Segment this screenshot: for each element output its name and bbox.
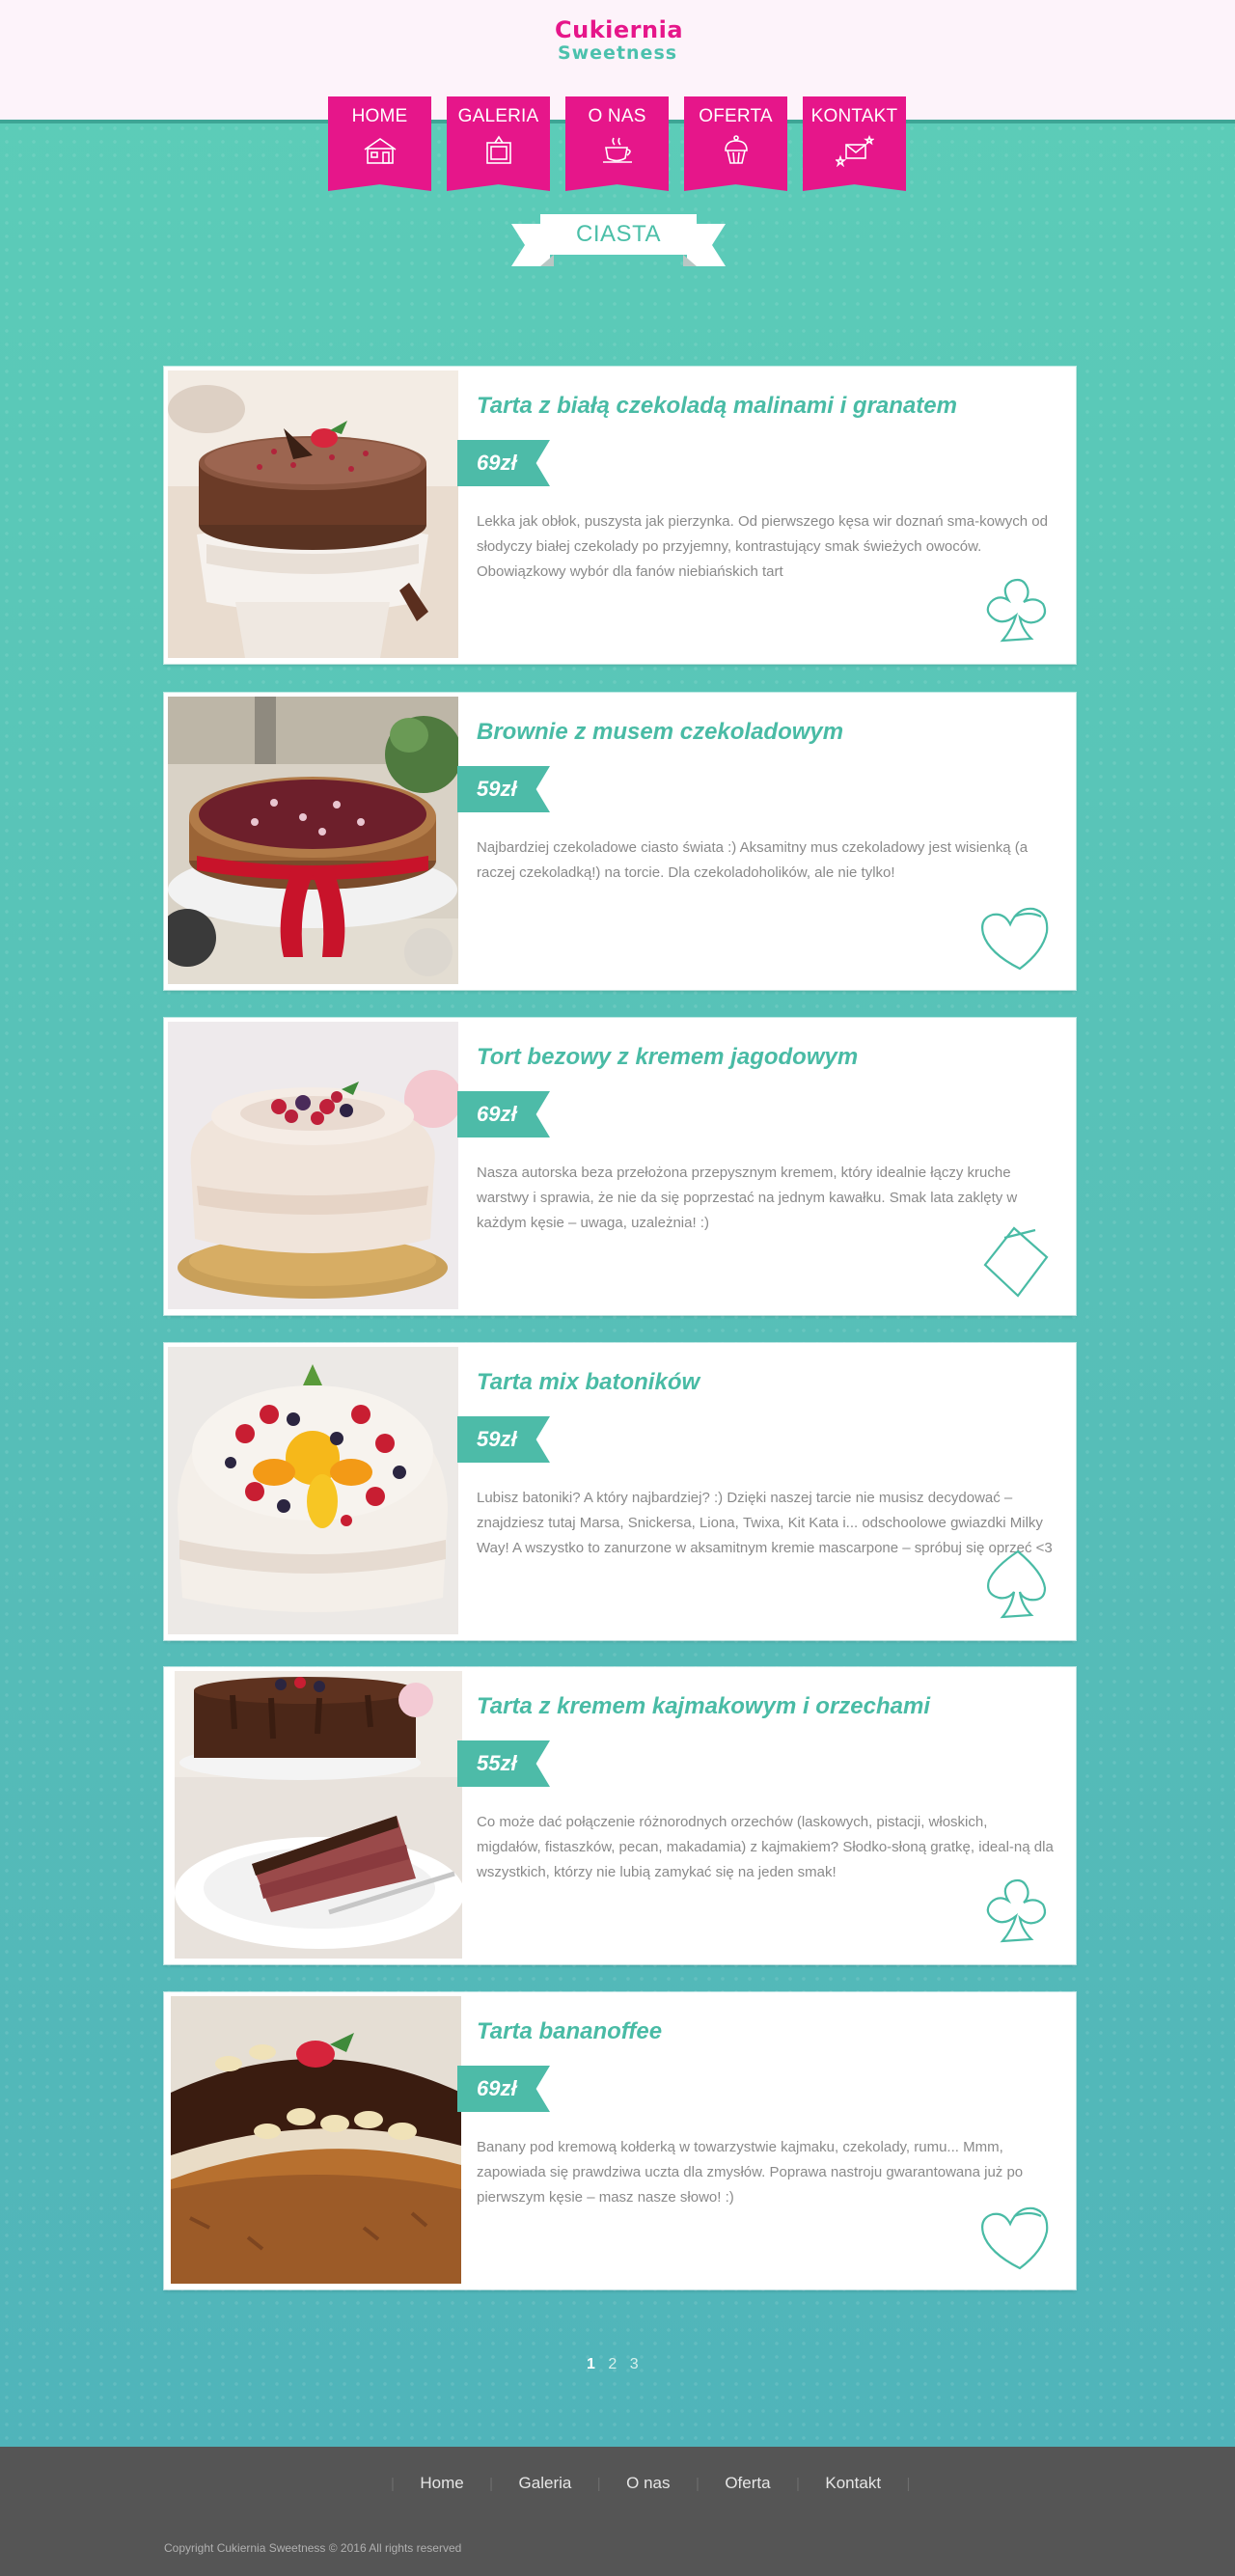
copyright: Copyright Cukiernia Sweetness © 2016 All… (164, 2541, 462, 2555)
footer-link-galeria[interactable]: Galeria (498, 2474, 593, 2493)
page-link-3[interactable]: 3 (630, 2356, 639, 2372)
price-tag: 59zł (457, 1416, 550, 1463)
product-card: Tarta bananoffee 69zł Banany pod kremową… (164, 1992, 1076, 2289)
footer-link-o-nas[interactable]: O nas (605, 2474, 691, 2493)
product-photo[interactable] (168, 697, 458, 984)
product-description: Nasza autorska beza przełożona przepyszn… (477, 1165, 1018, 1231)
product-title[interactable]: Tarta z białą czekoladą malinami i grana… (477, 392, 1056, 421)
cupcake-icon (724, 135, 748, 164)
footer-separator: | (695, 2475, 700, 2492)
envelope-stars-icon (835, 134, 874, 167)
nav-item-oferta[interactable]: OFERTA (684, 96, 787, 191)
logo-line1: Cukiernia (555, 16, 684, 43)
footer-separator: | (489, 2475, 494, 2492)
product-card: Tort bezowy z kremem jagodowym 69zł Nasz… (164, 1018, 1076, 1315)
footer-separator: | (906, 2475, 911, 2492)
diamond-icon (983, 1226, 1049, 1298)
section-title-ribbon: CIASTA (511, 210, 726, 270)
footer-separator: | (391, 2475, 395, 2492)
logo[interactable]: Cukiernia Sweetness (555, 16, 684, 71)
product-card: Brownie z musem czekoladowym 59zł Najbar… (164, 693, 1076, 990)
house-icon (364, 138, 396, 164)
footer-link-oferta[interactable]: Oferta (703, 2474, 791, 2493)
nav-item-kontakt[interactable]: KONTAKT (803, 96, 906, 191)
picture-frame-icon (485, 135, 511, 164)
nav-item-label: HOME (351, 106, 408, 126)
nav-item-label: GALERIA (457, 106, 539, 126)
club-icon (986, 1878, 1047, 1943)
nav-item-label: OFERTA (699, 106, 773, 126)
product-title[interactable]: Tarta bananoffee (477, 2017, 1056, 2046)
section-title: CIASTA (540, 214, 697, 255)
product-title[interactable]: Tarta mix batoników (477, 1368, 1056, 1397)
footer-link-home[interactable]: Home (398, 2474, 484, 2493)
product-photo[interactable] (175, 1671, 462, 1959)
product-card: Tarta mix batoników 59zł Lubisz batoniki… (164, 1343, 1076, 1640)
price-tag: 69zł (457, 1091, 550, 1137)
main-nav: HOME GALERIA O NAS OFERTA KONTAKT (328, 96, 907, 193)
product-description: Banany pod kremową kołderką w towarzystw… (477, 2139, 1024, 2206)
footer-link-kontakt[interactable]: Kontakt (804, 2474, 902, 2493)
logo-line2: Sweetness (557, 42, 678, 64)
price-tag: 69zł (457, 2066, 550, 2112)
product-card: Tarta z kremem kajmakowym i orzechami 55… (164, 1667, 1076, 1964)
product-description: Lubisz batoniki? A który najbardziej? :)… (477, 1490, 1053, 1556)
product-photo[interactable] (168, 1022, 458, 1309)
product-description: Najbardziej czekoladowe ciasto świata :)… (477, 839, 1029, 881)
page-link-1[interactable]: 1 (587, 2356, 595, 2372)
page-link-2[interactable]: 2 (608, 2356, 617, 2372)
product-title[interactable]: Brownie z musem czekoladowym (477, 718, 1056, 747)
pagination: 1 2 3 (587, 2356, 647, 2379)
heart-icon (981, 2206, 1049, 2270)
footer-separator: | (596, 2475, 601, 2492)
heart-icon (981, 907, 1049, 971)
product-description: Lekka jak obłok, puszysta jak pierzynka.… (477, 513, 1048, 580)
product-photo[interactable] (168, 370, 458, 658)
nav-item-o-nas[interactable]: O NAS (565, 96, 669, 191)
spade-icon (987, 1549, 1047, 1619)
product-title[interactable]: Tort bezowy z kremem jagodowym (477, 1043, 1056, 1072)
nav-item-home[interactable]: HOME (328, 96, 431, 191)
nav-item-galeria[interactable]: GALERIA (447, 96, 550, 191)
product-card: Tarta z białą czekoladą malinami i grana… (164, 367, 1076, 664)
nav-item-label: KONTAKT (810, 106, 898, 126)
product-description: Co może dać połączenie różnorodnych orze… (477, 1814, 1054, 1880)
product-photo[interactable] (171, 1996, 462, 2284)
product-title[interactable]: Tarta z kremem kajmakowym i orzechami (477, 1692, 1056, 1721)
price-tag: 69zł (457, 440, 550, 486)
club-icon (986, 578, 1047, 643)
footer-separator: | (796, 2475, 800, 2492)
footer-nav: | Home | Galeria | O nas | Oferta | Kont… (391, 2474, 910, 2503)
price-tag: 59zł (457, 766, 550, 812)
coffee-cup-icon (602, 137, 632, 163)
nav-item-label: O NAS (588, 106, 646, 126)
product-photo[interactable] (168, 1347, 458, 1634)
price-tag: 55zł (457, 1740, 550, 1787)
site-footer: | Home | Galeria | O nas | Oferta | Kont… (0, 2447, 1235, 2576)
